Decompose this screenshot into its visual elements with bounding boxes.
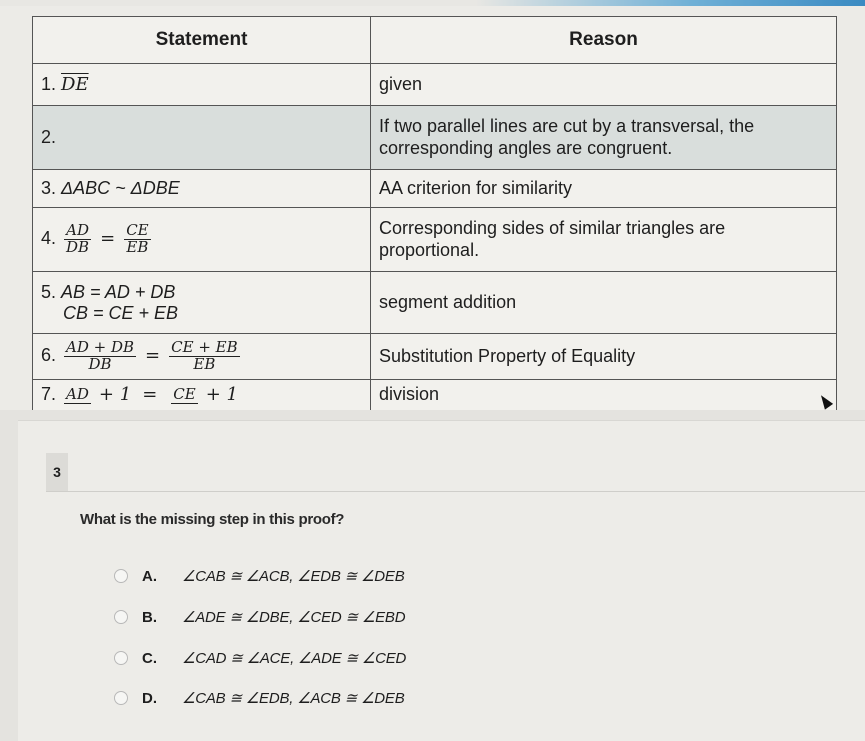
reason-cell: Corresponding sides of similar triangles… (370, 207, 837, 272)
choice-letter: B. (142, 608, 157, 626)
equals-sign: = (142, 384, 158, 405)
proof-table-container: Statement Reason 1. DE given 2. If two p… (0, 6, 865, 410)
table-row: 6. AD + DB DB = CE + EB EB Substitution Prop… (32, 333, 837, 380)
denominator: DB (88, 355, 112, 373)
equals-sign: = (145, 345, 161, 367)
denominator: EB (126, 238, 149, 256)
reason-cell: given (370, 63, 837, 106)
choice-d[interactable]: D. ∠CAB ≅ ∠EDB, ∠ACB ≅ ∠DEB (114, 689, 405, 707)
choice-text: ∠CAB ≅ ∠ACB, ∠EDB ≅ ∠DEB (182, 568, 405, 585)
statement-cell: 7. AD + 1 = CE + 1 (32, 379, 371, 410)
table-row: 4. AD DB = CE EB Corresponding sides of simi… (32, 207, 837, 272)
table-row: 1. DE given (32, 63, 837, 106)
choice-text: ∠CAB ≅ ∠EDB, ∠ACB ≅ ∠DEB (182, 690, 405, 707)
table-header-row: Statement Reason (32, 16, 837, 64)
step-number: 6. (41, 345, 57, 366)
plus-one: + 1 (98, 384, 132, 405)
segment-de: DE (61, 74, 89, 95)
reason-header: Reason (370, 16, 837, 64)
radio-button-icon[interactable] (114, 610, 128, 624)
equals-sign: = (100, 228, 116, 250)
step-number: 2. (41, 127, 57, 147)
step-number: 3. (41, 178, 57, 198)
divider (46, 491, 865, 492)
numerator: CE (171, 384, 198, 404)
step-number: 1. (41, 74, 57, 94)
question-number: 3 (46, 453, 68, 491)
statement-cell: 4. AD DB = CE EB (32, 207, 371, 272)
fraction-right: CE (171, 384, 198, 404)
fraction-left: AD + DB DB (64, 339, 137, 373)
choice-c[interactable]: C. ∠CAD ≅ ∠ACE, ∠ADE ≅ ∠CED (114, 649, 406, 667)
table-row: 3. ΔABC ~ ΔDBE AA criterion for similari… (32, 169, 837, 208)
choice-text: ∠ADE ≅ ∠DBE, ∠CED ≅ ∠EBD (182, 609, 406, 626)
reason-cell: segment addition (370, 271, 837, 334)
proof-table: Statement Reason 1. DE given 2. If two p… (32, 16, 837, 410)
choice-letter: A. (142, 567, 157, 585)
reason-cell: division (370, 379, 837, 410)
equation-line-1: AB = AD + DB (61, 281, 176, 302)
similarity-statement: ΔABC ~ ΔDBE (61, 178, 180, 198)
reason-cell: AA criterion for similarity (370, 169, 837, 208)
statement-cell: 2. (32, 105, 371, 170)
table-row-missing-step: 2. If two parallel lines are cut by a tr… (32, 105, 837, 170)
statement-header: Statement (32, 16, 371, 64)
plus-one: + 1 (205, 384, 239, 405)
question-panel: 3 What is the missing step in this proof… (18, 420, 865, 741)
choice-b[interactable]: B. ∠ADE ≅ ∠DBE, ∠CED ≅ ∠EBD (114, 608, 406, 626)
fraction-right: CE EB (124, 222, 151, 256)
question-prompt: What is the missing step in this proof? (80, 511, 345, 528)
radio-button-icon[interactable] (114, 651, 128, 665)
fraction-right: CE + EB EB (169, 339, 240, 373)
fraction-left: AD DB (64, 222, 91, 256)
reason-cell: Substitution Property of Equality (370, 333, 837, 380)
reason-cell: If two parallel lines are cut by a trans… (370, 105, 837, 170)
choice-letter: D. (142, 689, 157, 707)
radio-button-icon[interactable] (114, 569, 128, 583)
choice-letter: C. (142, 649, 157, 667)
statement-cell: 6. AD + DB DB = CE + EB EB (32, 333, 371, 380)
denominator: DB (66, 238, 90, 256)
statement-cell: 5. AB = AD + DB CB = CE + EB (32, 271, 371, 334)
statement-cell: 3. ΔABC ~ ΔDBE (32, 169, 371, 208)
choice-text: ∠CAD ≅ ∠ACE, ∠ADE ≅ ∠CED (182, 650, 407, 667)
choice-a[interactable]: A. ∠CAB ≅ ∠ACB, ∠EDB ≅ ∠DEB (114, 567, 405, 585)
table-row: 7. AD + 1 = CE + 1 division (32, 379, 837, 410)
step-number: 4. (41, 228, 57, 249)
radio-button-icon[interactable] (114, 691, 128, 705)
denominator: EB (193, 355, 216, 373)
equation-line-2: CB = CE + EB (63, 302, 179, 323)
statement-cell: 1. DE (32, 63, 371, 106)
fraction-left: AD (64, 384, 91, 404)
step-number: 5. (41, 281, 57, 302)
numerator: AD (64, 384, 91, 404)
table-row: 5. AB = AD + DB CB = CE + EB segment add… (32, 271, 837, 334)
step-number: 7. (41, 384, 57, 404)
